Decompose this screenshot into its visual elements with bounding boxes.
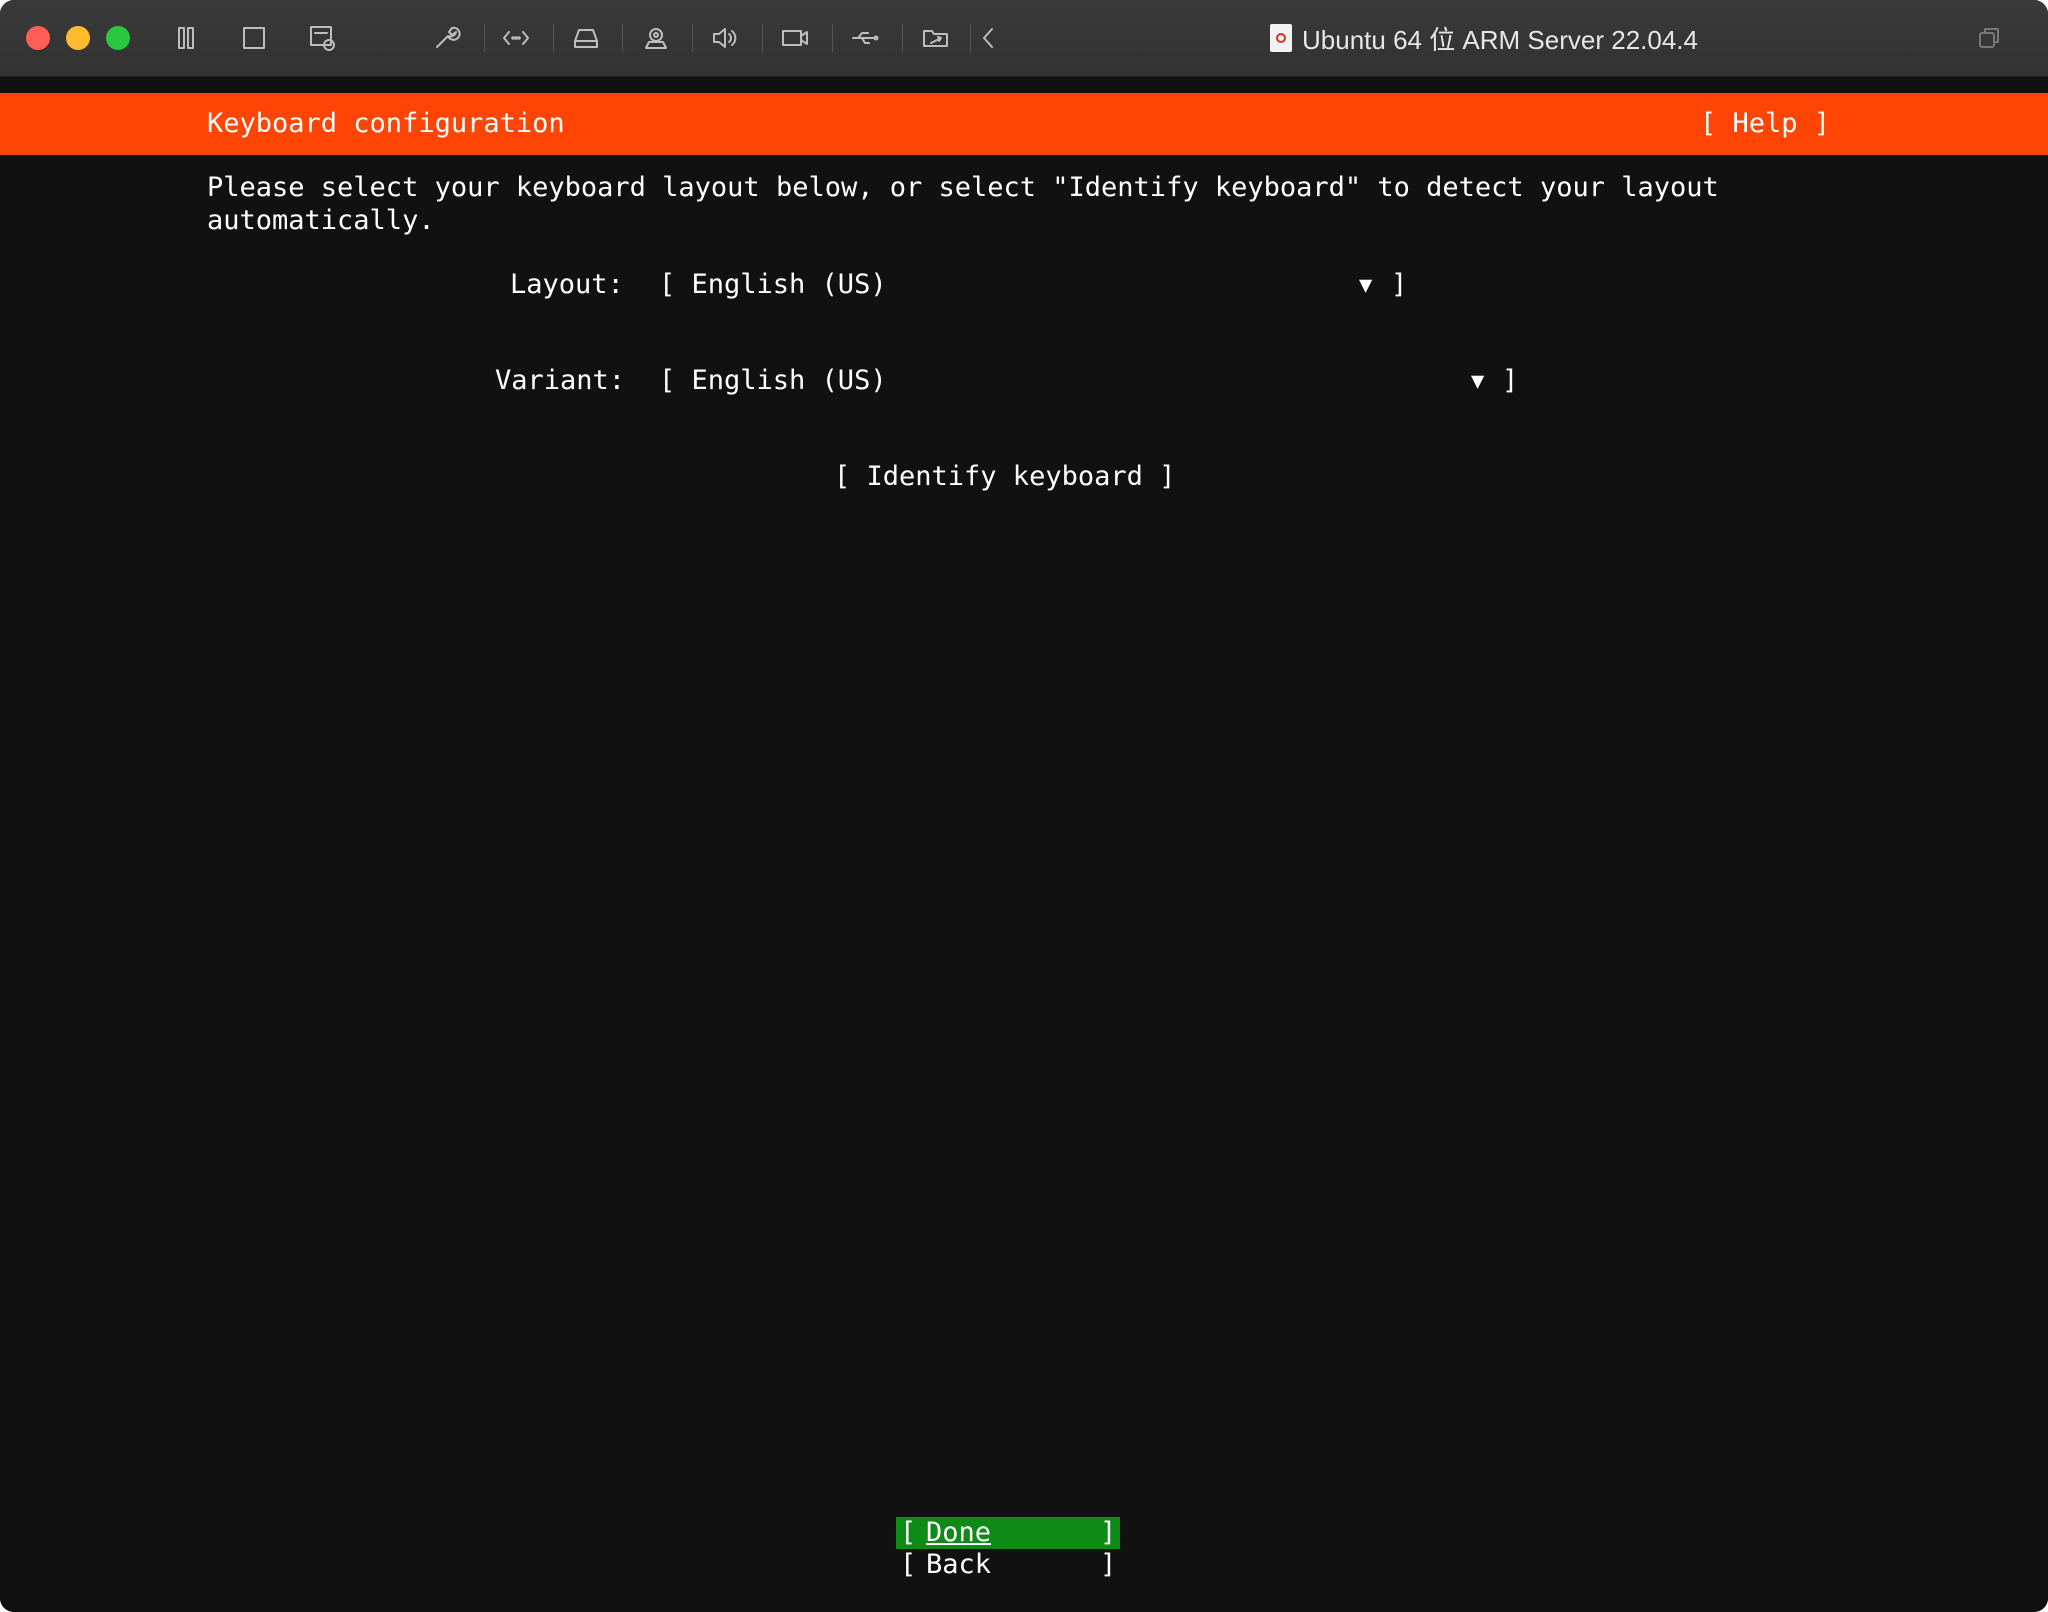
help-button[interactable]: [ Help ]: [1700, 108, 1830, 139]
video-camera-icon[interactable]: [779, 22, 811, 54]
variant-select-value[interactable]: [ English (US): [659, 365, 887, 396]
done-close-bracket: ]: [1100, 1517, 1117, 1548]
window-title: Ubuntu 64 位 ARM Server 22.04.4: [1270, 20, 1698, 56]
snapshot-icon[interactable]: [306, 22, 338, 54]
window-restore-icon[interactable]: [1973, 22, 2005, 54]
vm-window: Ubuntu 64 位 ARM Server 22.04.4 Keyboard …: [0, 0, 2048, 1612]
pause-icon[interactable]: [170, 22, 202, 54]
intro-text: Please select your keyboard layout below…: [207, 171, 1719, 237]
done-open-bracket: [: [900, 1517, 917, 1548]
variant-label: Variant:: [495, 365, 626, 396]
shared-folder-icon[interactable]: [920, 22, 952, 54]
layout-select-value[interactable]: [ English (US): [659, 269, 887, 300]
camera-icon[interactable]: [640, 22, 672, 54]
layout-label: Layout:: [510, 269, 624, 300]
toolbar-separator: [832, 24, 833, 52]
variant-select-bracket: ]: [1502, 365, 1519, 396]
vm-document-icon: [1270, 24, 1292, 52]
intro-line-1: Please select your keyboard layout below…: [207, 172, 1719, 203]
window-title-text: Ubuntu 64 位 ARM Server 22.04.4: [1302, 24, 1698, 55]
chevron-down-icon[interactable]: ▼: [1359, 273, 1372, 298]
page-title: Keyboard configuration: [207, 108, 565, 139]
back-button[interactable]: [ Back ]: [896, 1549, 1120, 1581]
done-label: Done: [926, 1517, 992, 1548]
settings-wrench-icon[interactable]: [430, 22, 462, 54]
window-toolbar: Ubuntu 64 位 ARM Server 22.04.4: [0, 0, 2048, 77]
identify-keyboard-button[interactable]: [ Identify keyboard ]: [834, 461, 1175, 492]
maximize-window-button[interactable]: [106, 26, 130, 50]
usb-icon[interactable]: [849, 22, 881, 54]
toolbar-separator: [970, 24, 971, 52]
toolbar-separator: [692, 24, 693, 52]
layout-select-bracket: ]: [1391, 269, 1408, 300]
chevron-left-icon[interactable]: [972, 22, 1004, 54]
hard-disk-icon[interactable]: [570, 22, 602, 54]
toolbar-separator: [484, 24, 485, 52]
back-label: Back: [926, 1549, 992, 1580]
toolbar-separator: [902, 24, 903, 52]
back-close-bracket: ]: [1100, 1549, 1117, 1580]
network-icon[interactable]: [500, 22, 532, 54]
close-window-button[interactable]: [26, 26, 50, 50]
toolbar-separator: [622, 24, 623, 52]
sound-icon[interactable]: [709, 22, 741, 54]
installer-screen: Keyboard configuration [ Help ] Please s…: [0, 77, 2048, 1612]
toolbar-separator: [553, 24, 554, 52]
toolbar-separator: [762, 24, 763, 52]
done-button[interactable]: [ Done ]: [896, 1517, 1120, 1549]
back-open-bracket: [: [900, 1549, 917, 1580]
stop-icon[interactable]: [238, 22, 270, 54]
intro-line-2: automatically.: [207, 205, 435, 236]
minimize-window-button[interactable]: [66, 26, 90, 50]
chevron-down-icon[interactable]: ▼: [1471, 369, 1484, 394]
installer-header: Keyboard configuration [ Help ]: [0, 93, 2048, 155]
